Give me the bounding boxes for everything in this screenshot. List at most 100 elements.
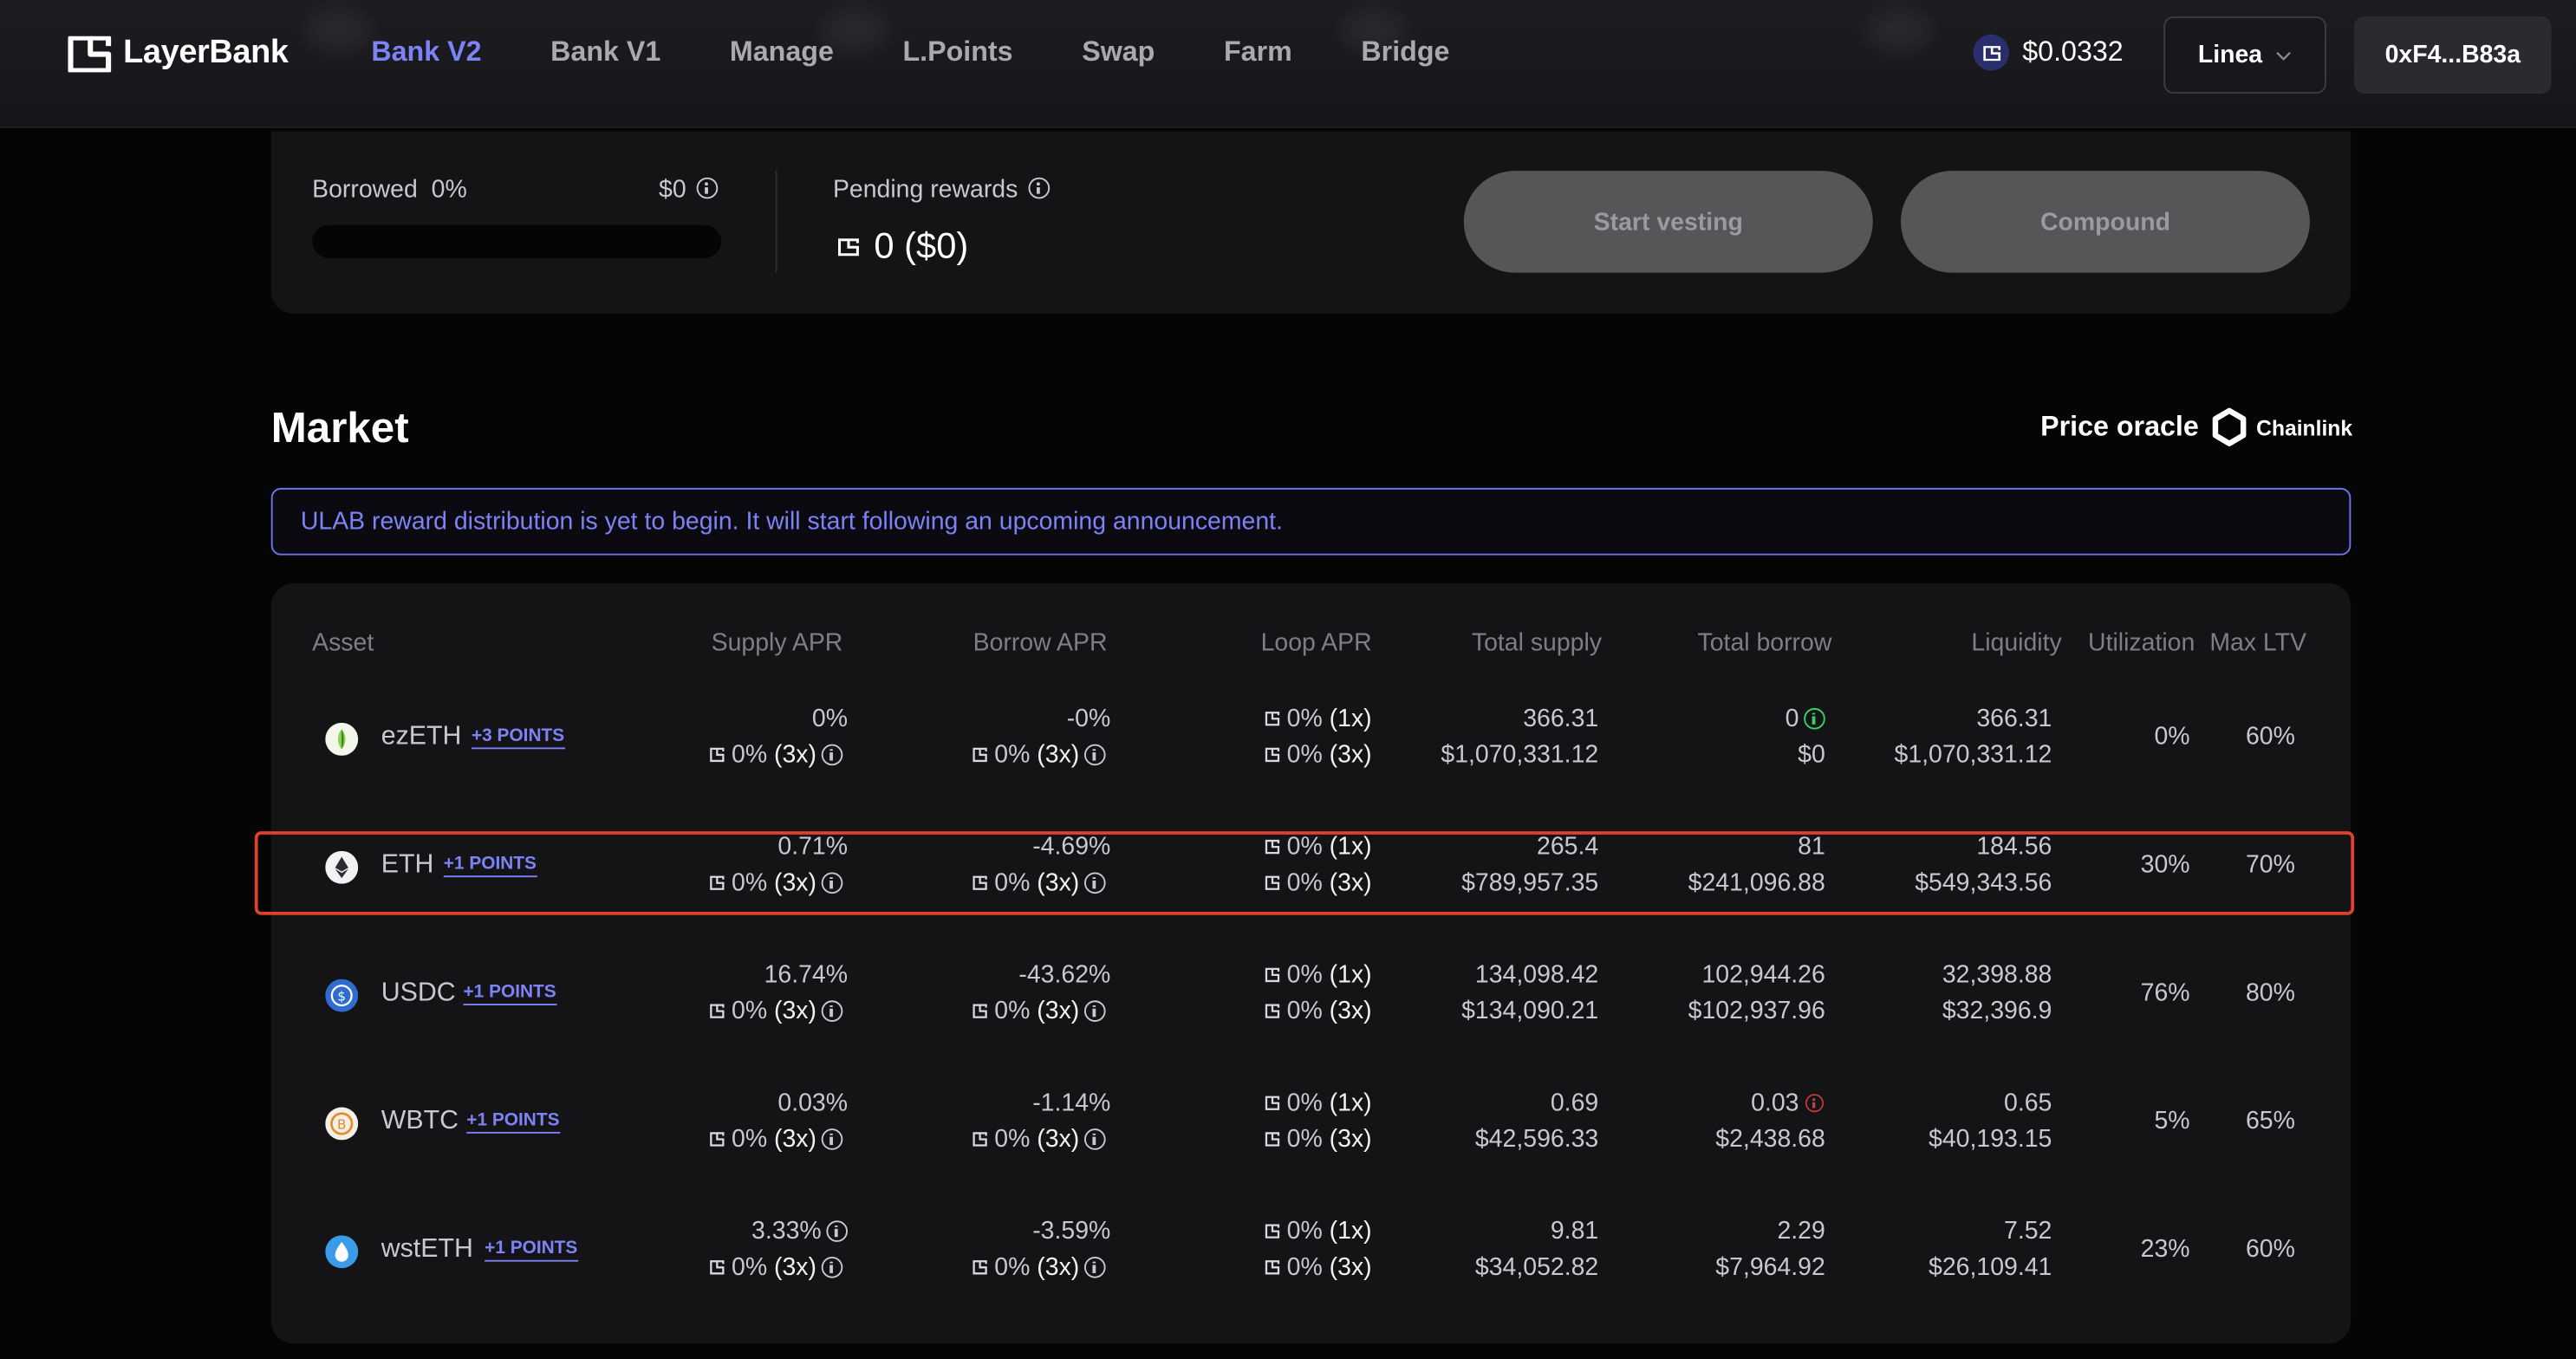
pending-rewards-amount: 0 ($0) [874, 224, 969, 267]
chainlink-label: Chainlink [2256, 414, 2353, 440]
info-icon[interactable] [1083, 1128, 1106, 1149]
liquidity: 7.52 [2004, 1217, 2052, 1245]
start-vesting-button[interactable]: Start vesting [1463, 171, 1873, 273]
loop-multiplier-1x: (1x) [1329, 1089, 1372, 1117]
loop-apr-3x: 0% [1286, 1253, 1323, 1282]
supply-apr: 3.33% [751, 1217, 822, 1245]
pending-rewards-value: 0 ($0) [838, 224, 969, 268]
nav-bank-v1[interactable]: Bank V1 [550, 36, 660, 69]
loop-apr-1x: 0% [1286, 705, 1323, 733]
column-header-total-borrow[interactable]: Total borrow [1698, 629, 1832, 657]
supply-reward-cell: 0% (3x) [710, 1250, 843, 1286]
layerbank-token-icon [1973, 34, 2010, 71]
borrow-reward: 0% [994, 1253, 1031, 1282]
network-selector[interactable]: Linea [2163, 16, 2326, 94]
info-icon[interactable] [821, 999, 843, 1022]
supply-apr-cell: 16.74% [764, 958, 848, 994]
compound-button[interactable]: Compound [1900, 171, 2310, 273]
borrow-reward: 0% [994, 740, 1031, 770]
total-borrow-usd: $2,438.68 [1715, 1125, 1825, 1154]
total-borrow: 2.29 [1777, 1217, 1825, 1245]
table-row[interactable]: $ USDC +1 POINTS 16.74% 0% (3x) -43.62% 0% (3x… [271, 932, 2352, 1060]
loop-apr-3x-cell: 0% (3x) [1265, 1250, 1372, 1286]
nav-bridge[interactable]: Bridge [1361, 36, 1449, 69]
loop-apr-3x-cell: 0% (3x) [1265, 1122, 1372, 1159]
info-icon[interactable] [1083, 1256, 1106, 1278]
supply-multiplier: (3x) [774, 997, 817, 1025]
borrow-limit-bar [312, 224, 722, 258]
nav-l-points[interactable]: L.Points [902, 36, 1012, 69]
supply-multiplier: (3x) [774, 1253, 817, 1282]
info-icon[interactable] [1083, 743, 1106, 765]
info-icon[interactable] [1083, 999, 1106, 1022]
total-borrow-usd: $102,937.96 [1688, 997, 1825, 1025]
loop-multiplier-1x: (1x) [1329, 1217, 1372, 1245]
nav-swap[interactable]: Swap [1082, 36, 1155, 69]
borrow-apr-cell: -1.14% [1032, 1086, 1110, 1122]
loop-apr-1x-cell: 0% (1x) [1265, 701, 1372, 738]
supply-multiplier: (3x) [774, 1125, 817, 1154]
table-row[interactable]: B WBTC +1 POINTS 0.03% 0% (3x) -1.14% 0% (3x) 0… [271, 1060, 2352, 1188]
wallet-button[interactable]: 0xF4...B83a [2354, 16, 2552, 94]
info-icon[interactable] [821, 743, 843, 765]
nav-bank-v2[interactable]: Bank V2 [371, 36, 481, 69]
supply-apr: 0.03% [777, 1089, 849, 1117]
supply-apr: 16.74% [764, 960, 849, 990]
utilization: 5% [2154, 1107, 2190, 1135]
supply-reward-cell: 0% (3x) [710, 738, 843, 774]
market-title: Market [270, 402, 409, 452]
table-row[interactable]: wstETH +1 POINTS 3.33% 0% (3x) -3.59% 0% (3x)… [271, 1187, 2352, 1316]
supply-apr-cell: 0.03% [777, 1086, 848, 1122]
brand-logo[interactable]: LayerBank [68, 35, 289, 73]
max-ltv: 80% [2245, 979, 2295, 1007]
supply-multiplier: (3x) [774, 740, 817, 770]
info-icon[interactable] [826, 1219, 849, 1242]
layerbank-token-icon [838, 237, 859, 256]
price-oracle: Price oracle Chainlink [2040, 407, 2352, 446]
liquidity-usd: $40,193.15 [1929, 1125, 2052, 1154]
total-supply: 366.31 [1523, 705, 1599, 733]
points-badge[interactable]: +3 POINTS [471, 726, 565, 750]
price-oracle-label: Price oracle [2040, 410, 2199, 442]
borrow-reward-cell: 0% (3x) [973, 1122, 1106, 1159]
asset-token-icon [325, 1235, 359, 1269]
warning-icon[interactable] [1805, 1093, 1824, 1112]
info-icon[interactable] [1027, 177, 1050, 199]
info-icon[interactable] [696, 177, 718, 199]
column-header-loop-apr[interactable]: Loop APR [1261, 629, 1372, 657]
liquidity: 366.31 [1976, 705, 2052, 733]
nav-manage[interactable]: Manage [730, 36, 834, 69]
chainlink-logo: Chainlink [2212, 407, 2352, 446]
rewards-panel: Borrowed 0% $0 Pending rewards 0 ($0) St… [270, 131, 2352, 315]
points-badge[interactable]: +1 POINTS [485, 1239, 578, 1262]
column-header-liquidity[interactable]: Liquidity [1971, 629, 2061, 657]
divider [775, 171, 777, 273]
points-badge[interactable]: +1 POINTS [466, 1110, 560, 1134]
top-nav-bar: LayerBank Bank V2 Bank V1 Manage L.Point… [0, 0, 2576, 128]
table-row[interactable]: ezETH +3 POINTS 0% 0% (3x) -0% 0% (3x) 0% (1x)… [271, 675, 2352, 803]
info-icon[interactable] [821, 1256, 843, 1278]
column-header-borrow-apr[interactable]: Borrow APR [973, 629, 1108, 657]
column-header-max-ltv[interactable]: Max LTV [2209, 629, 2306, 657]
total-supply: 0.69 [1550, 1089, 1599, 1117]
highlighted-row-outline [254, 831, 2355, 915]
column-header-supply-apr[interactable]: Supply APR [712, 629, 843, 657]
info-icon[interactable] [821, 1128, 843, 1149]
loop-apr-1x-cell: 0% (1x) [1265, 1214, 1372, 1251]
loop-multiplier-3x: (3x) [1329, 1253, 1372, 1282]
total-borrow: 0 [1785, 705, 1799, 733]
info-icon[interactable] [1804, 707, 1825, 729]
nav-farm[interactable]: Farm [1224, 36, 1292, 69]
loop-multiplier-3x: (3x) [1329, 1125, 1372, 1154]
column-header-total-supply[interactable]: Total supply [1472, 629, 1602, 657]
column-header-utilization[interactable]: Utilization [2088, 629, 2195, 657]
supply-reward: 0% [732, 997, 768, 1025]
utilization: 0% [2154, 722, 2190, 751]
borrow-reward: 0% [994, 1125, 1031, 1154]
token-price: $0.0332 [1973, 34, 2124, 71]
points-badge[interactable]: +1 POINTS [463, 982, 556, 1005]
supply-reward: 0% [732, 740, 768, 770]
market-table: Asset Supply APR Borrow APR Loop APR Tot… [270, 582, 2352, 1344]
total-supply: 134,098.42 [1474, 960, 1599, 990]
column-header-asset[interactable]: Asset [312, 629, 374, 657]
